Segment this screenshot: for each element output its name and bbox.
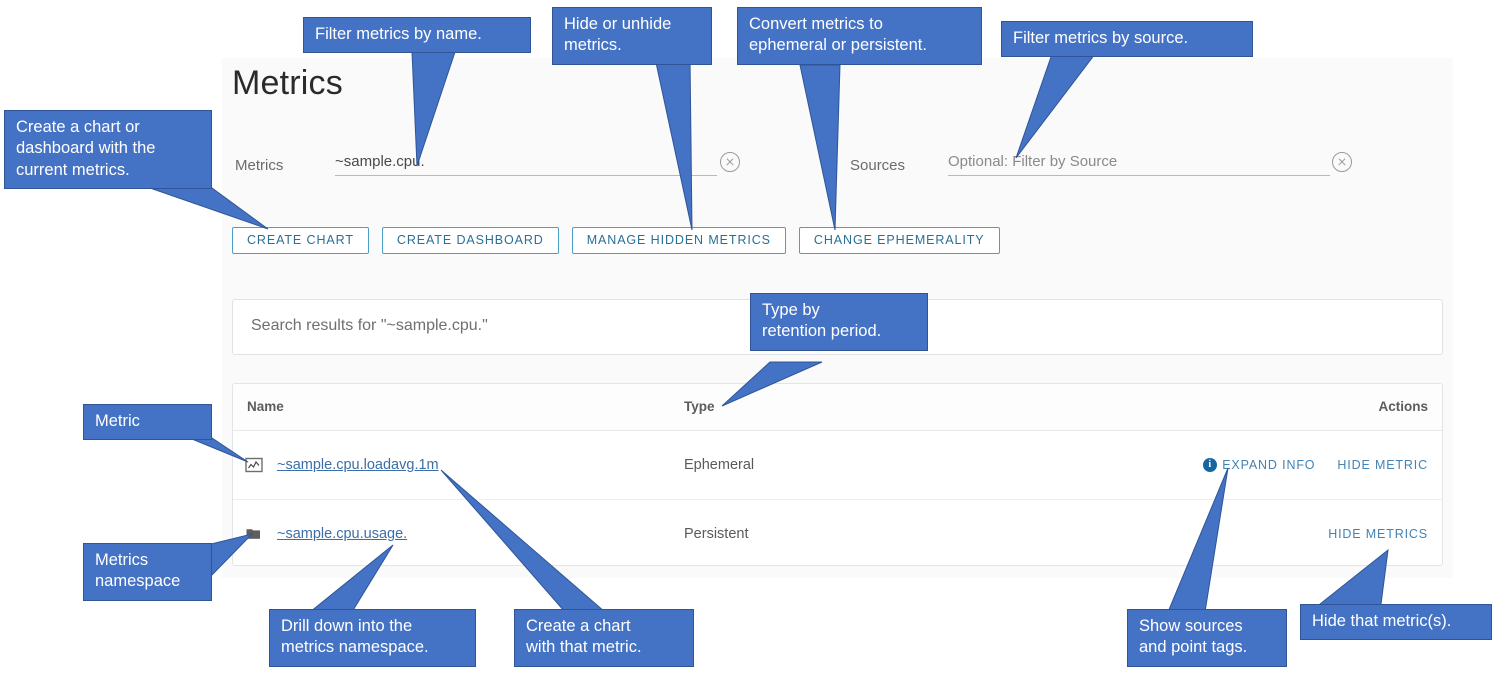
- callout-metric: Metric: [83, 404, 212, 441]
- callout-filter-by-name: Filter metrics by name.: [303, 17, 531, 54]
- callout-show-sources: Show sources and point tags.: [1127, 609, 1287, 667]
- callout-hide-or-unhide: Hide or unhide metrics.: [552, 7, 712, 65]
- callout-type-by-retention: Type by retention period.: [750, 293, 928, 351]
- callout-metrics-namespace: Metrics namespace: [83, 543, 212, 601]
- callout-create-chart-or-dashboard: Create a chart or dashboard with the cur…: [4, 110, 212, 190]
- callout-hide-that-metric: Hide that metric(s).: [1300, 604, 1492, 641]
- callout-convert-ephemerality: Convert metrics to ephemeral or persiste…: [737, 7, 982, 65]
- callout-drill-down: Drill down into the metrics namespace.: [269, 609, 476, 667]
- callout-create-chart-with-metric: Create a chart with that metric.: [514, 609, 694, 667]
- callout-filter-by-source: Filter metrics by source.: [1001, 21, 1253, 58]
